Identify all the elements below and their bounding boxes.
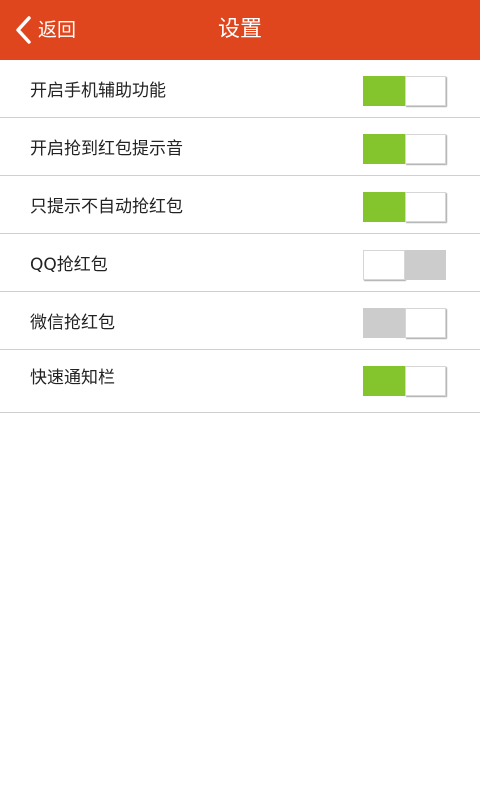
toggle-sound[interactable] [363, 134, 446, 164]
toggle-notify-only[interactable] [363, 192, 446, 222]
setting-label: QQ抢红包 [30, 255, 108, 275]
setting-row-quick-notify: 快速通知栏 [0, 350, 480, 413]
setting-label: 开启手机辅助功能 [30, 81, 166, 101]
toggle-knob [404, 366, 446, 396]
toggle-off-indicator [404, 250, 446, 280]
settings-list: 开启手机辅助功能 开启抢到红包提示音 只提示不自动抢红包 QQ抢红包 微信抢红包… [0, 60, 480, 413]
toggle-wechat[interactable] [363, 308, 446, 338]
toggle-qq[interactable] [363, 250, 446, 280]
setting-label: 快速通知栏 [30, 368, 115, 388]
toggle-knob [363, 250, 405, 280]
setting-label: 微信抢红包 [30, 313, 115, 333]
setting-row-sound: 开启抢到红包提示音 [0, 118, 480, 176]
toggle-accessibility[interactable] [363, 76, 446, 106]
setting-label: 开启抢到红包提示音 [30, 139, 183, 159]
setting-row-qq: QQ抢红包 [0, 234, 480, 292]
app-header: 返回 设置 [0, 0, 480, 60]
toggle-knob [404, 192, 446, 222]
setting-row-wechat: 微信抢红包 [0, 292, 480, 350]
toggle-on-indicator [363, 134, 405, 164]
toggle-on-indicator [363, 192, 405, 222]
page-title: 设置 [217, 17, 262, 42]
toggle-knob [404, 134, 446, 164]
setting-row-accessibility: 开启手机辅助功能 [0, 60, 480, 118]
toggle-off-indicator [363, 308, 405, 338]
toggle-knob [404, 308, 446, 338]
toggle-knob [404, 76, 446, 106]
setting-row-notify-only: 只提示不自动抢红包 [0, 176, 480, 234]
toggle-quick-notify[interactable] [363, 366, 446, 396]
setting-label: 只提示不自动抢红包 [30, 197, 183, 217]
toggle-on-indicator [363, 76, 405, 106]
toggle-on-indicator [363, 366, 405, 396]
